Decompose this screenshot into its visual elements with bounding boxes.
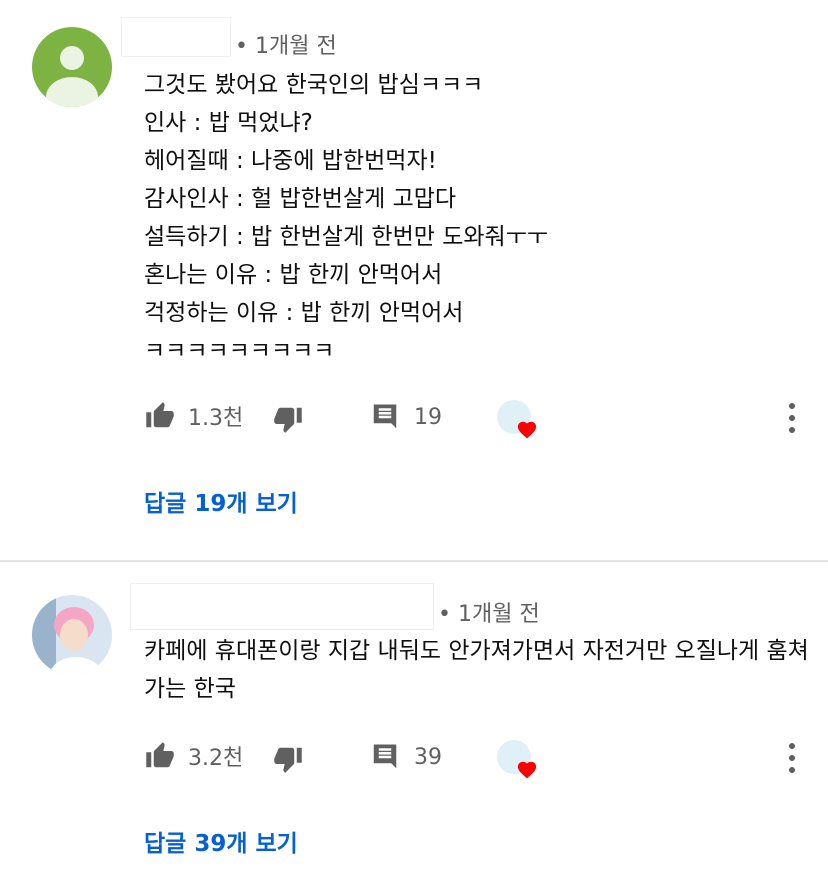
comment-line: 가는 한국	[144, 676, 236, 702]
avatar[interactable]	[32, 27, 112, 107]
comment-line: 설득하기 : 밥 한번살게 한번만 도와줘ㅜㅜ	[144, 224, 549, 250]
more-vertical-icon[interactable]	[787, 743, 797, 773]
more-vertical-icon[interactable]	[787, 403, 797, 433]
comment-timestamp: • 1개월 전	[235, 34, 337, 59]
creator-heart-badge	[497, 740, 543, 786]
creator-heart-icon	[517, 421, 537, 439]
thumbs-down-icon	[274, 747, 302, 773]
dislike-button[interactable]	[272, 744, 304, 774]
comment-icon	[373, 404, 397, 429]
comment-thread: • 1개월 전 카페에 휴대폰이랑 지갑 내둬도 안가져가면서 자전거만 오질나…	[0, 562, 828, 886]
like-button[interactable]: 1.3천	[144, 400, 243, 432]
creator-heart-badge	[497, 400, 543, 446]
avatar[interactable]	[32, 595, 112, 675]
comment-timestamp: • 1개월 전	[438, 602, 540, 627]
comment-line: 카페에 휴대폰이랑 지갑 내둬도 안가져가면서 자전거만 오질나게 훔쳐	[144, 638, 809, 664]
comment-icon	[373, 744, 397, 769]
view-replies-link[interactable]: 답글 39개 보기	[144, 824, 298, 858]
like-count: 1.3천	[188, 406, 244, 431]
reply-button[interactable]: 39	[370, 742, 442, 772]
like-button[interactable]: 3.2천	[144, 740, 243, 772]
comment-line: 그것도 봤어요 한국인의 밥심ㅋㅋㅋ	[144, 72, 484, 98]
view-replies-link[interactable]: 답글 19개 보기	[144, 484, 298, 518]
comment-text: 그것도 봤어요 한국인의 밥심ㅋㅋㅋ 인사 : 밥 먹었냐? 헤어질때 : 나중…	[144, 66, 548, 356]
thumbs-up-icon	[146, 742, 174, 768]
comment-line: 걱정하는 이유 : 밥 한끼 안먹어서	[144, 300, 464, 326]
thumbs-down-icon	[274, 407, 302, 433]
reply-count: 19	[414, 404, 442, 430]
creator-heart-icon	[517, 761, 537, 779]
dislike-button[interactable]	[272, 404, 304, 434]
author-name-redacted[interactable]	[121, 17, 231, 57]
comment-line: 인사 : 밥 먹었냐?	[144, 110, 313, 136]
comment-line: 헤어질때 : 나중에 밥한번먹자!	[144, 148, 437, 174]
comment-line: ㅋㅋㅋㅋㅋㅋㅋㅋㅋ	[144, 338, 335, 356]
reply-count: 39	[414, 744, 442, 770]
reply-button[interactable]: 19	[370, 402, 442, 432]
like-count: 3.2천	[188, 746, 244, 771]
thumbs-up-icon	[146, 402, 174, 428]
comment-line: 감사인사 : 헐 밥한번살게 고맙다	[144, 186, 457, 212]
comment-line: 혼나는 이유 : 밥 한끼 안먹어서	[144, 262, 443, 288]
comment-thread: • 1개월 전 그것도 봤어요 한국인의 밥심ㅋㅋㅋ 인사 : 밥 먹었냐? 헤…	[0, 0, 828, 560]
comment-text: 카페에 휴대폰이랑 지갑 내둬도 안가져가면서 자전거만 오질나게 훔쳐 가는 …	[144, 632, 809, 708]
default-user-icon	[46, 46, 98, 107]
author-name-redacted[interactable]	[130, 583, 434, 630]
profile-photo	[32, 595, 112, 675]
